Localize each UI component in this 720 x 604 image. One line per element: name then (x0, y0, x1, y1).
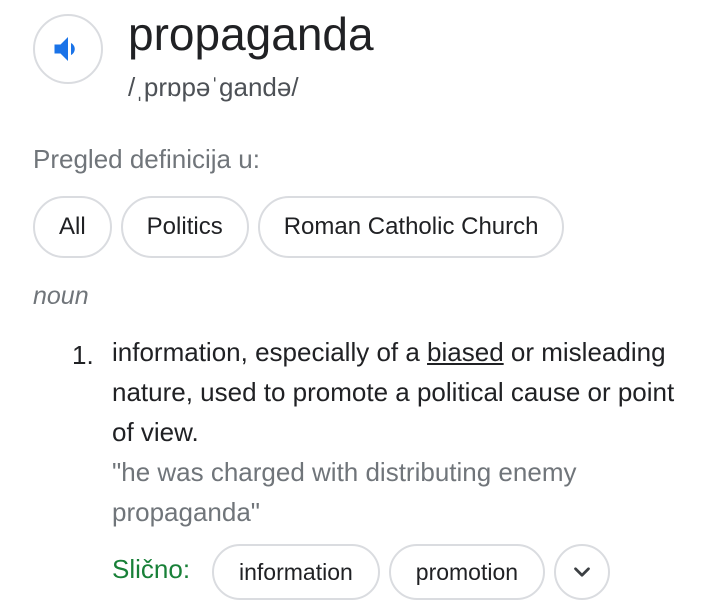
definition-text-start: information, especially of a (112, 337, 428, 367)
definition-text: information, especially of a biased or m… (112, 332, 702, 452)
expand-similar-button[interactable] (554, 544, 611, 600)
headword: propaganda (128, 8, 374, 60)
play-pronunciation-button[interactable] (33, 14, 103, 84)
speaker-icon (54, 37, 75, 61)
domain-chips: All Politics Roman Catholic Church (33, 196, 565, 258)
usage-example: "he was charged with distributing enemy … (112, 457, 577, 527)
chip-roman-catholic-church[interactable]: Roman Catholic Church (257, 196, 565, 258)
definition-number: 1. (72, 340, 94, 370)
part-of-speech: noun (33, 282, 89, 310)
biased-link[interactable]: biased (427, 337, 504, 367)
overview-label: Pregled definicija u: (33, 144, 260, 174)
chevron-down-icon (574, 567, 590, 577)
similar-label: Slično: (112, 554, 191, 584)
similar-chip-promotion[interactable]: promotion (388, 544, 546, 600)
chip-all[interactable]: All (33, 196, 112, 258)
similar-chip-information[interactable]: information (212, 544, 380, 600)
phonetic-transcription: /ˌprɒpəˈɡandə/ (128, 72, 299, 102)
similar-chips: information promotion (212, 544, 611, 600)
chip-politics[interactable]: Politics (120, 196, 249, 258)
